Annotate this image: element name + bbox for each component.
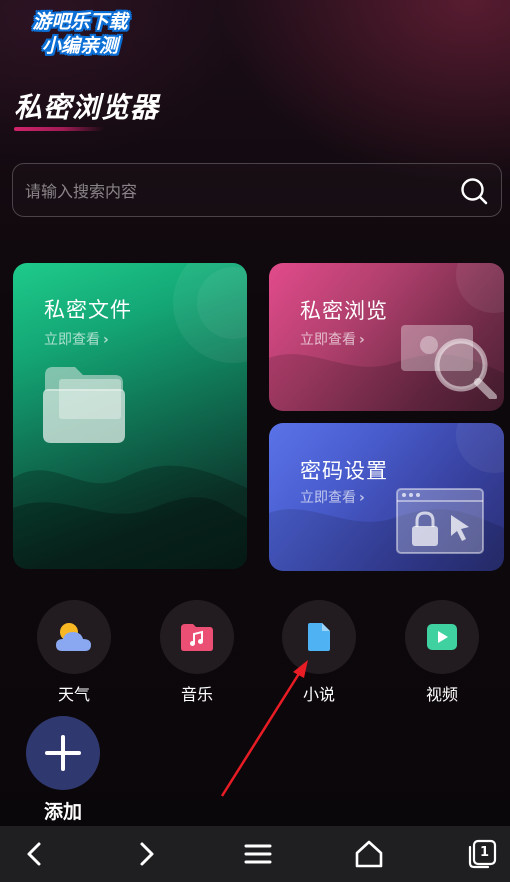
app-video[interactable]: 视频	[392, 600, 492, 705]
home-icon[interactable]	[353, 838, 385, 870]
private-browse-card[interactable]: 私密浏览 立即查看 ›	[269, 263, 504, 411]
password-settings-link[interactable]: 立即查看 ›	[300, 487, 365, 507]
private-files-card[interactable]: 私密文件 立即查看 ›	[13, 263, 247, 569]
bottom-navigation-bar: 1	[0, 826, 510, 882]
watermark-line-2: 小编亲测	[41, 35, 118, 57]
tabs-button[interactable]: 1	[466, 838, 498, 870]
chevron-right-icon: ›	[103, 332, 109, 348]
password-settings-card[interactable]: 密码设置 立即查看 ›	[269, 423, 504, 571]
search-bar[interactable]	[12, 163, 502, 217]
app-novel-label: 小说	[302, 685, 335, 704]
search-icon[interactable]	[459, 176, 489, 206]
back-arrow-icon[interactable]	[19, 838, 51, 870]
add-app-button[interactable]	[26, 716, 100, 790]
weather-icon	[56, 623, 91, 651]
app-music[interactable]: 音乐	[147, 600, 247, 705]
search-input[interactable]	[23, 174, 447, 208]
music-folder-icon	[181, 624, 213, 651]
document-icon	[308, 623, 330, 651]
folder-icon	[43, 367, 125, 443]
app-weather-button[interactable]	[37, 600, 111, 674]
app-weather-label: 天气	[57, 685, 90, 704]
password-settings-link-label: 立即查看	[300, 490, 356, 506]
private-files-title: 私密文件	[44, 298, 132, 322]
forward-arrow-icon[interactable]	[130, 838, 162, 870]
tabs-count: 1	[479, 845, 490, 860]
private-browse-link[interactable]: 立即查看 ›	[300, 329, 365, 349]
app-music-button[interactable]	[160, 600, 234, 674]
chevron-right-icon: ›	[359, 332, 365, 348]
page-title: 私密浏览器	[14, 91, 160, 124]
app-music-label: 音乐	[180, 685, 213, 704]
app-novel-button[interactable]	[282, 600, 356, 674]
private-files-link-label: 立即查看	[44, 332, 100, 348]
video-play-icon	[427, 624, 457, 650]
app-video-label: 视频	[425, 685, 458, 704]
app-video-button[interactable]	[405, 600, 479, 674]
chevron-right-icon: ›	[359, 490, 365, 506]
add-app-label: 添加	[43, 801, 82, 823]
watermark: 游吧乐下载 小编亲测	[10, 10, 150, 58]
watermark-line-1: 游吧乐下载	[32, 11, 128, 33]
password-settings-title: 密码设置	[300, 459, 388, 483]
app-novel[interactable]: 小说	[269, 600, 369, 705]
private-files-link[interactable]: 立即查看 ›	[44, 329, 109, 349]
magnifier-photo-icon	[401, 325, 497, 399]
menu-icon[interactable]	[242, 838, 274, 870]
private-browse-link-label: 立即查看	[300, 332, 356, 348]
lock-window-icon	[396, 488, 484, 554]
title-underline	[14, 127, 104, 131]
app-weather[interactable]: 天气	[24, 600, 124, 705]
private-browse-title: 私密浏览	[300, 299, 388, 323]
plus-icon	[45, 735, 81, 771]
